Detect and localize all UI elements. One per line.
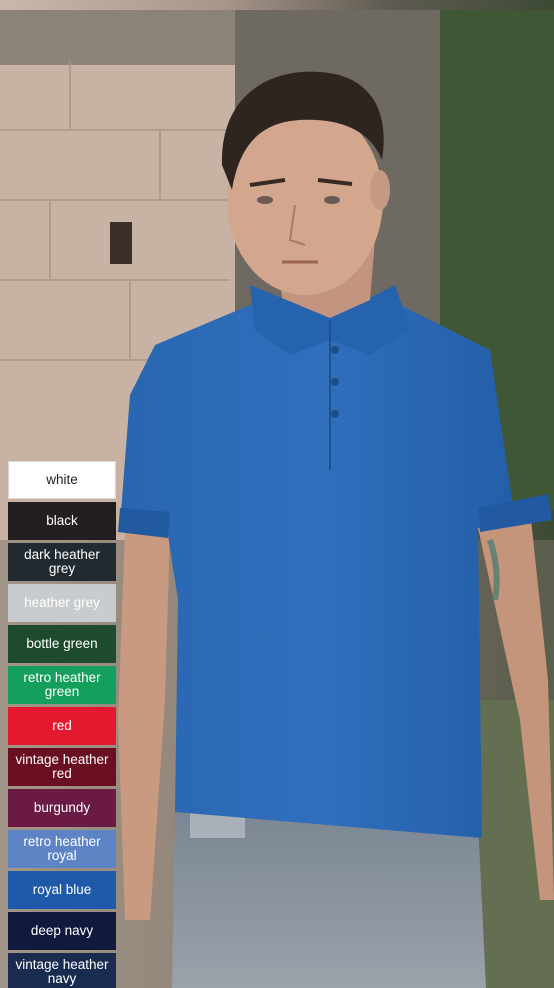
swatch-retro-heather-royal[interactable]: retro heather royal <box>8 830 116 868</box>
swatch-burgundy[interactable]: burgundy <box>8 789 116 827</box>
swatch-black[interactable]: black <box>8 502 116 540</box>
swatch-bottle-green[interactable]: bottle green <box>8 625 116 663</box>
swatch-vintage-heather-navy[interactable]: vintage heather navy <box>8 953 116 988</box>
product-photo: white black dark heather grey heather gr… <box>0 0 554 988</box>
swatch-vintage-heather-red[interactable]: vintage heather red <box>8 748 116 786</box>
swatch-dark-heather-grey[interactable]: dark heather grey <box>8 543 116 581</box>
swatch-red[interactable]: red <box>8 707 116 745</box>
swatch-royal-blue[interactable]: royal blue <box>8 871 116 909</box>
color-swatch-list: white black dark heather grey heather gr… <box>8 461 116 988</box>
swatch-retro-heather-green[interactable]: retro heather green <box>8 666 116 704</box>
swatch-heather-grey[interactable]: heather grey <box>8 584 116 622</box>
swatch-white[interactable]: white <box>8 461 116 499</box>
swatch-deep-navy[interactable]: deep navy <box>8 912 116 950</box>
